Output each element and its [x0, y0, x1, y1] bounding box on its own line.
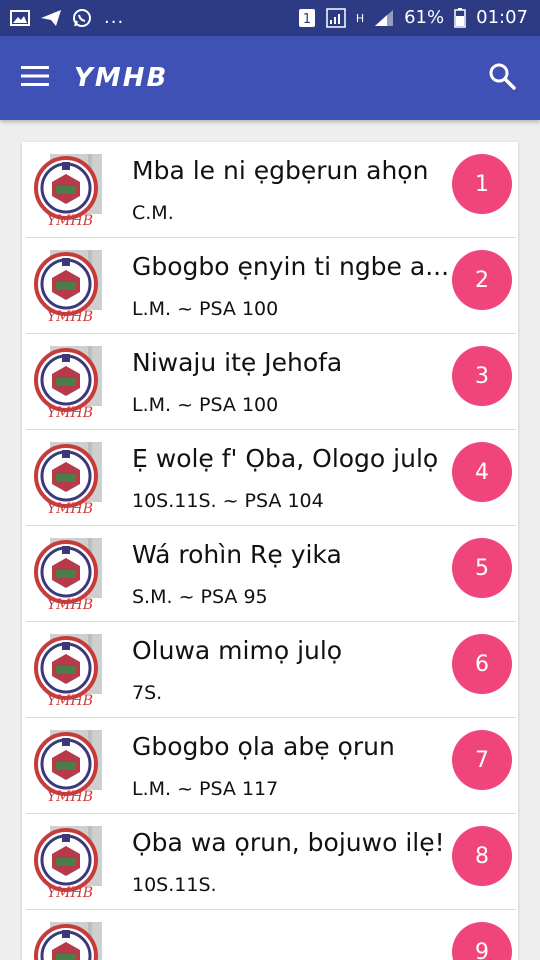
sim-one-icon: 1: [298, 8, 316, 28]
hymn-thumbnail-logo: YMHB: [30, 824, 106, 901]
menu-button[interactable]: [0, 36, 70, 120]
hymn-number-badge: 3: [452, 346, 512, 406]
hymn-number-badge: 9: [452, 922, 512, 960]
content-area: YMHB Mba le ni ẹgbẹrun ahọn C.M. 1 YMHB Gb…: [0, 120, 540, 960]
hymn-number-badge: 7: [452, 730, 512, 790]
hymn-number-badge: 5: [452, 538, 512, 598]
hymn-number-badge: 2: [452, 250, 512, 310]
whatsapp-notification-icon: [72, 8, 92, 28]
svg-text:YMHB: YMHB: [47, 213, 93, 228]
hymn-list-item[interactable]: YMHB Ọba wa ọrun, bojuwo ilẹ! 10S.11S. 8: [22, 814, 518, 910]
hymn-meter: 10S.11S. ~ PSA 104: [132, 490, 324, 512]
signal-strength-icon: [374, 8, 394, 28]
hymn-title: Oluwa mimọ julọ: [132, 636, 343, 665]
hymn-title: Gbogbo ọla abẹ ọrun: [132, 732, 395, 761]
app-bar: YMHB: [0, 36, 540, 120]
status-bar-left: ...: [10, 8, 124, 28]
hymn-list-item[interactable]: YMHB Gbogbo ẹnyin ti ngbe a... L.M. ~ PSA…: [22, 238, 518, 334]
hymn-meter: C.M.: [132, 202, 174, 224]
network-type-label: H: [355, 11, 365, 25]
hymn-thumbnail-logo: YMHB: [30, 344, 106, 421]
hymn-title: Niwaju itẹ Jehofa: [132, 348, 343, 377]
svg-text:YMHB: YMHB: [47, 501, 93, 516]
hymn-title: Ọba wa ọrun, bojuwo ilẹ!: [132, 828, 445, 857]
hymn-title: Gbogbo ẹnyin ti ngbe a...: [132, 252, 450, 281]
hymn-list-item[interactable]: YMHB Ẹ wolẹ f' Ọba, Ologo julọ 10S.11S. ~…: [22, 430, 518, 526]
svg-text:YMHB: YMHB: [47, 597, 93, 612]
menu-icon: [21, 65, 49, 91]
hymn-thumbnail-logo: YMHB: [30, 728, 106, 805]
hymn-list-item[interactable]: YMHB Mba le ni ẹgbẹrun ahọn C.M. 1: [22, 142, 518, 238]
svg-text:YMHB: YMHB: [47, 693, 93, 708]
svg-text:YMHB: YMHB: [47, 885, 93, 900]
hymn-number-badge: 4: [452, 442, 512, 502]
battery-icon: [454, 8, 466, 28]
gallery-notification-icon: [10, 8, 30, 28]
hymn-meter: 10S.11S.: [132, 874, 217, 896]
hymn-meter: L.M. ~ PSA 100: [132, 394, 279, 416]
status-time: 01:07: [476, 7, 528, 28]
svg-text:YMHB: YMHB: [47, 405, 93, 420]
hymn-thumbnail-logo: YMHB: [30, 920, 106, 960]
status-bar: ... 1 H 61% 01:07: [0, 0, 540, 36]
hymn-list-item[interactable]: YMHB Wá rohìn Rẹ yika S.M. ~ PSA 95 5: [22, 526, 518, 622]
hymn-list-item[interactable]: YMHB Oluwa mimọ julọ 7S. 6: [22, 622, 518, 718]
hymn-thumbnail-logo: YMHB: [30, 440, 106, 517]
hymn-list-item[interactable]: YMHB Gbogbo ọla abẹ ọrun L.M. ~ PSA 117 7: [22, 718, 518, 814]
hymn-meter: L.M. ~ PSA 117: [132, 778, 279, 800]
hymn-number-badge: 8: [452, 826, 512, 886]
app-title: YMHB: [74, 63, 169, 93]
hymn-thumbnail-logo: YMHB: [30, 248, 106, 325]
battery-percent: 61%: [404, 7, 445, 28]
hymn-meter: L.M. ~ PSA 100: [132, 298, 279, 320]
more-notifications-indicator: ...: [104, 7, 125, 28]
hymn-list: YMHB Mba le ni ẹgbẹrun ahọn C.M. 1 YMHB Gb…: [22, 142, 518, 960]
hymn-thumbnail-logo: YMHB: [30, 632, 106, 709]
hymn-meter: 7S.: [132, 682, 163, 704]
hymn-thumbnail-logo: YMHB: [30, 536, 106, 613]
status-bar-right: 1 H 61% 01:07: [298, 8, 528, 28]
hymn-title: Wá rohìn Rẹ yika: [132, 540, 342, 569]
svg-text:YMHB: YMHB: [47, 789, 93, 804]
send-notification-icon: [40, 8, 62, 28]
hymn-number-badge: 6: [452, 634, 512, 694]
hymn-title: Mba le ni ẹgbẹrun ahọn: [132, 156, 429, 185]
signal-box-icon: [326, 8, 346, 28]
hymn-list-item[interactable]: YMHB 9: [22, 910, 518, 960]
hymn-title: Ẹ wolẹ f' Ọba, Ologo julọ: [132, 444, 439, 473]
hymn-list-item[interactable]: YMHB Niwaju itẹ Jehofa L.M. ~ PSA 100 3: [22, 334, 518, 430]
hymn-thumbnail-logo: YMHB: [30, 152, 106, 229]
svg-text:1: 1: [303, 12, 311, 27]
svg-text:YMHB: YMHB: [47, 309, 93, 324]
hymn-number-badge: 1: [452, 154, 512, 214]
search-icon: [488, 62, 516, 94]
hymn-list-card: YMHB Mba le ni ẹgbẹrun ahọn C.M. 1 YMHB Gb…: [22, 142, 518, 960]
search-button[interactable]: [482, 58, 522, 98]
network-type-icon: H: [356, 8, 364, 28]
hymn-meter: S.M. ~ PSA 95: [132, 586, 268, 608]
